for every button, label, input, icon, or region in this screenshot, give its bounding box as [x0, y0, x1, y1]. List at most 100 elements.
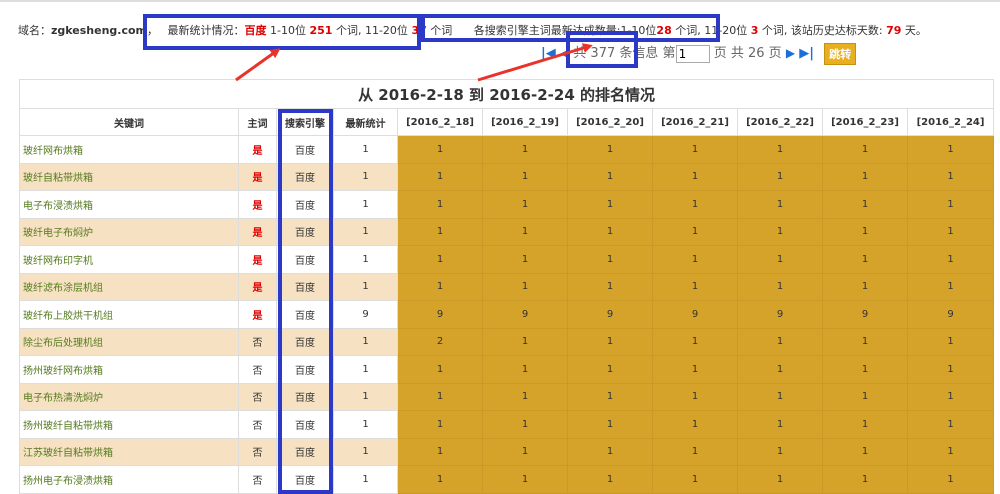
first-page-icon[interactable]: |◀: [541, 46, 556, 61]
daily-rank: 1: [397, 245, 483, 274]
keyword-link[interactable]: 玻纤自粘带烘箱: [19, 162, 239, 191]
daily-rank: 1: [737, 190, 823, 219]
history-days: 79: [886, 24, 902, 37]
page-suffix: 页: [768, 46, 782, 61]
daily-rank: 1: [652, 190, 738, 219]
column-header: 主词: [238, 108, 277, 136]
daily-rank: 9: [906, 300, 995, 329]
total-suffix: 条信息: [619, 46, 659, 61]
keyword-link[interactable]: 电子布浸渍烘箱: [19, 190, 239, 219]
table-row: 玻纤自粘带烘箱是百度 1 1 1 1 1 1 1 1: [19, 162, 995, 191]
table-row: 电子布热清洗焖炉否百度 1 1 1 1 1 1 1 1: [19, 382, 995, 411]
keyword-link[interactable]: 除尘布后处理机组: [19, 327, 239, 356]
daily-rank: 1: [482, 217, 568, 246]
latest-rank: 1: [333, 355, 398, 384]
daily-rank: 1: [567, 217, 653, 246]
daily-rank: 1: [822, 272, 908, 301]
latest-rank: 1: [333, 217, 398, 246]
column-header: [2016_2_23]: [822, 108, 908, 136]
header-row: 关键词 主词 搜索引擎 最新统计 [2016_2_18] [2016_2_19] [2016…: [19, 108, 995, 136]
keyword-link[interactable]: 玻纤网布印字机: [19, 245, 239, 274]
latest-rank: 1: [333, 272, 398, 301]
daily-rank: 1: [906, 135, 995, 164]
keyword-link[interactable]: 玻纤布上胶烘干机组: [19, 300, 239, 329]
daily-rank: 2: [397, 327, 483, 356]
daily-rank: 9: [397, 300, 483, 329]
daily-rank: 1: [567, 410, 653, 439]
range2-count: 37: [411, 24, 427, 37]
search-engine: 百度: [276, 382, 334, 411]
daily-rank: 1: [652, 465, 738, 494]
daily-rank: 1: [822, 382, 908, 411]
daily-rank: 1: [906, 217, 995, 246]
column-header: 最新统计: [333, 108, 398, 136]
search-engine: 百度: [276, 162, 334, 191]
table-row: 扬州玻纤自粘带烘箱否百度 1 1 1 1 1 1 1 1: [19, 410, 995, 439]
latest-rank: 1: [333, 382, 398, 411]
daily-rank: 1: [482, 437, 568, 466]
main-word-flag: 否: [238, 465, 277, 494]
page-mid: 页 共: [713, 46, 744, 61]
main-word-flag: 是: [238, 135, 277, 164]
daily-rank: 1: [397, 162, 483, 191]
column-header: 关键词: [19, 108, 239, 136]
daily-rank: 1: [397, 217, 483, 246]
separator: ，: [147, 24, 159, 37]
range1-count: 251: [309, 24, 333, 37]
daily-rank: 1: [482, 272, 568, 301]
latest-rank: 9: [333, 300, 398, 329]
range2-unit: 个词: [430, 24, 453, 37]
prev-page-icon[interactable]: ◀: [560, 46, 569, 60]
daily-rank: 1: [567, 135, 653, 164]
daily-rank: 1: [906, 355, 995, 384]
table-title: 从 2016-2-18 到 2016-2-24 的排名情况: [18, 79, 995, 109]
go-button[interactable]: 跳转: [824, 42, 857, 65]
keyword-link[interactable]: 扬州玻纤自粘带烘箱: [19, 410, 239, 439]
daily-rank: 1: [737, 217, 823, 246]
table-row: 玻纤滤布涂层机组是百度 1 1 1 1 1 1 1 1: [19, 272, 995, 301]
daily-rank: 9: [482, 300, 568, 329]
search-engine: 百度: [276, 245, 334, 274]
keyword-link[interactable]: 电子布热清洗焖炉: [19, 382, 239, 411]
page-total: 26: [747, 46, 765, 61]
daily-rank: 1: [652, 410, 738, 439]
daily-rank: 1: [737, 245, 823, 274]
daily-rank: 1: [567, 355, 653, 384]
latest-rank: 1: [333, 190, 398, 219]
last-page-icon[interactable]: ▶|: [799, 46, 814, 61]
keyword-link[interactable]: 扬州电子布浸渍烘箱: [19, 465, 239, 494]
search-engine: 百度: [276, 300, 334, 329]
daily-rank: 1: [482, 190, 568, 219]
keyword-link[interactable]: 玻纤网布烘箱: [19, 135, 239, 164]
latest-rank: 1: [333, 162, 398, 191]
keyword-link[interactable]: 玻纤滤布涂层机组: [19, 272, 239, 301]
daily-rank: 1: [397, 465, 483, 494]
keyword-link[interactable]: 扬州玻纤网布烘箱: [19, 355, 239, 384]
arrow-to-stats: [235, 48, 281, 82]
table-row: 玻纤网布烘箱是百度 1 1 1 1 1 1 1 1: [19, 135, 995, 164]
search-engine: 百度: [276, 327, 334, 356]
daily-rank: 1: [652, 135, 738, 164]
reach-r2-label: 11-20位: [704, 24, 748, 37]
main-word-flag: 是: [238, 300, 277, 329]
daily-rank: 1: [567, 465, 653, 494]
main-word-flag: 是: [238, 217, 277, 246]
table-row: 江苏玻纤自粘带烘箱否百度 1 1 1 1 1 1 1 1: [19, 437, 995, 466]
daily-rank: 1: [397, 437, 483, 466]
daily-rank: 1: [737, 410, 823, 439]
reach-r1-count: 28: [656, 24, 672, 37]
page-prefix: 第: [662, 46, 676, 61]
daily-rank: 1: [737, 272, 823, 301]
page-input[interactable]: [675, 44, 710, 63]
daily-rank: 1: [482, 245, 568, 274]
daily-rank: 1: [906, 437, 995, 466]
keyword-link[interactable]: 玻纤电子布焖炉: [19, 217, 239, 246]
daily-rank: 1: [482, 382, 568, 411]
daily-rank: 1: [906, 245, 995, 274]
daily-rank: 1: [652, 437, 738, 466]
keyword-link[interactable]: 江苏玻纤自粘带烘箱: [19, 437, 239, 466]
table-row: 电子布浸渍烘箱是百度 1 1 1 1 1 1 1 1: [19, 190, 995, 219]
daily-rank: 1: [652, 382, 738, 411]
next-page-icon[interactable]: ▶: [786, 46, 795, 60]
top-divider: [0, 0, 1000, 2]
